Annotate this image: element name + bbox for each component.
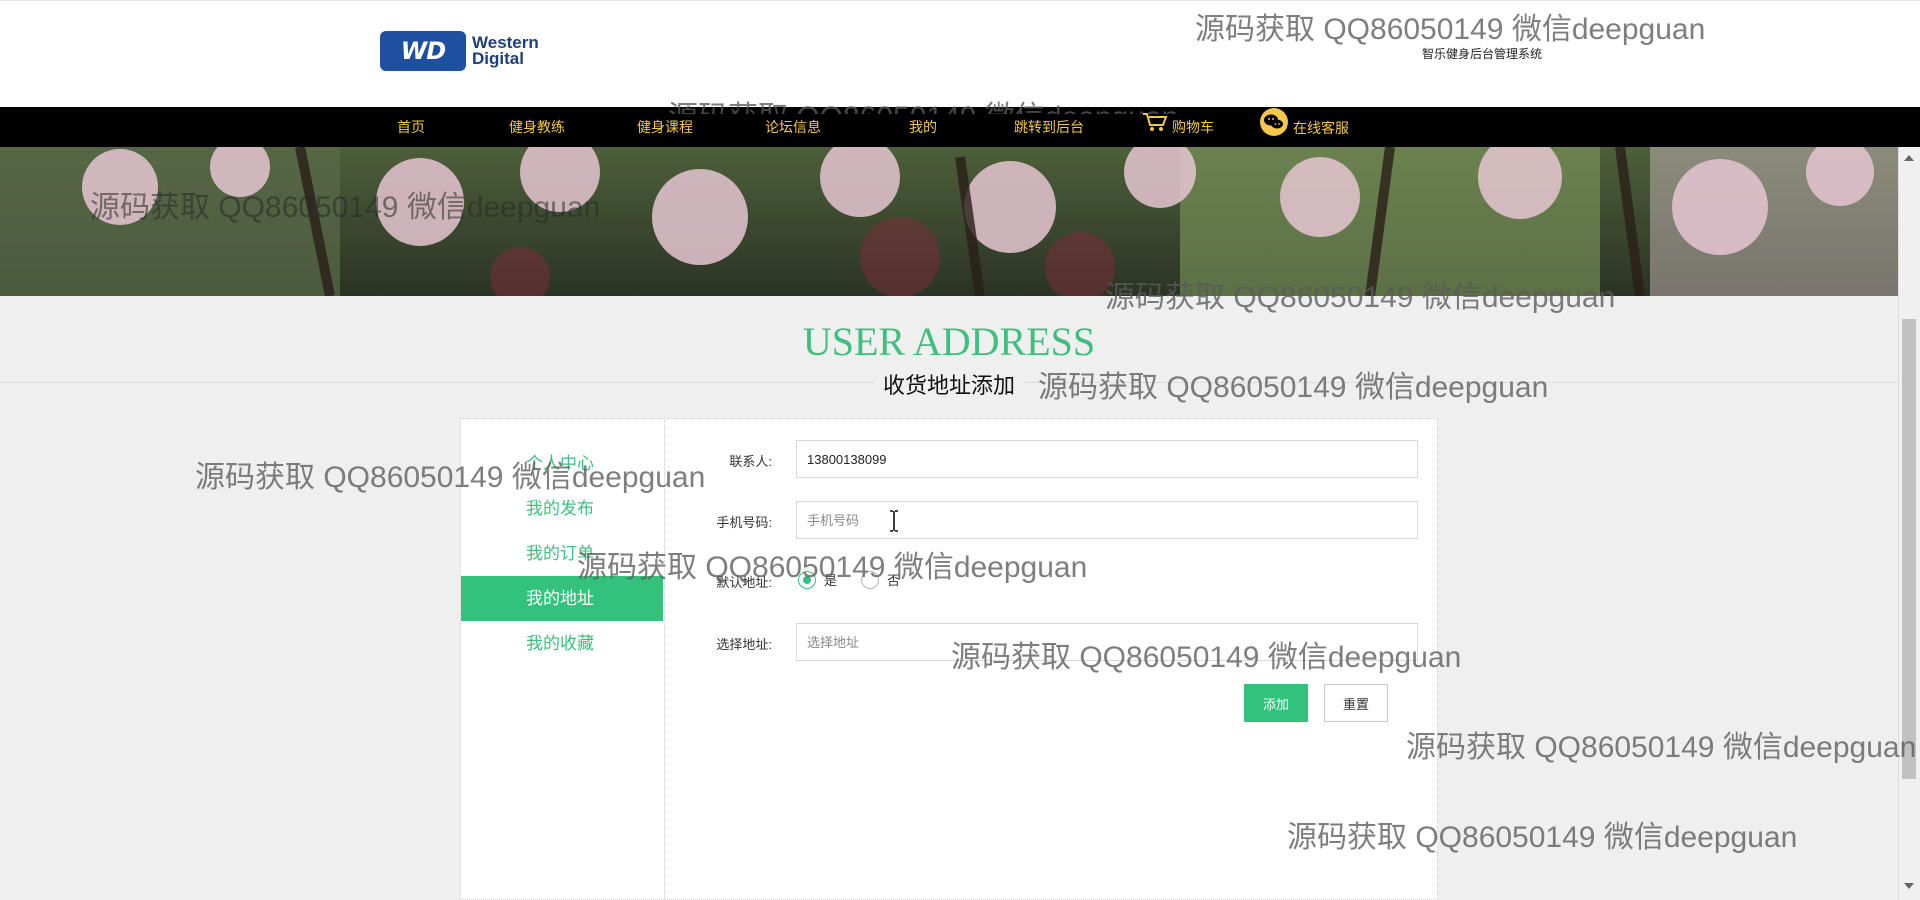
- subtitle-text: 收货地址添加: [874, 373, 1023, 398]
- page-subtitle: 收货地址添加: [0, 368, 1898, 400]
- nav-item-mine[interactable]: 我的: [909, 107, 937, 147]
- radio-no[interactable]: [861, 570, 880, 589]
- nav-service-label: 在线客服: [1293, 120, 1349, 137]
- default-address-radio-group: 是 否: [798, 570, 900, 589]
- page-scrollbar[interactable]: [1898, 147, 1920, 900]
- logo-text: Western Digital: [472, 34, 539, 68]
- nav-item-coaches[interactable]: 健身教练: [509, 107, 565, 147]
- sidebar-item-posts[interactable]: 我的发布: [461, 486, 663, 531]
- text-cursor-icon: [889, 510, 899, 537]
- contact-input[interactable]: [796, 440, 1418, 478]
- watermark: 源码获取 QQ86050149 微信deepguan: [1406, 731, 1917, 764]
- add-button[interactable]: 添加: [1244, 684, 1308, 722]
- nav-item-cart[interactable]: 购物车: [1142, 107, 1214, 147]
- sidebar-item-orders[interactable]: 我的订单: [461, 531, 663, 576]
- scrollbar-thumb[interactable]: [1902, 319, 1916, 779]
- address-label: 选择地址:: [716, 637, 772, 652]
- cart-icon: [1142, 108, 1168, 148]
- sidebar-item-favorites[interactable]: 我的收藏: [461, 621, 663, 666]
- user-sidebar: 个人中心 我的发布 我的订单 我的地址 我的收藏: [461, 419, 665, 899]
- nav-item-courses[interactable]: 健身课程: [637, 107, 693, 147]
- nav-item-admin[interactable]: 跳转到后台: [1014, 107, 1084, 147]
- content-panel: 个人中心 我的发布 我的订单 我的地址 我的收藏 联系人: 手机号码: 默认地址…: [460, 418, 1438, 900]
- nav-cart-label: 购物车: [1172, 119, 1214, 135]
- radio-yes-label: 是: [824, 573, 838, 588]
- reset-button[interactable]: 重置: [1324, 684, 1388, 722]
- scroll-down-icon[interactable]: [1904, 883, 1914, 889]
- radio-yes[interactable]: [798, 570, 816, 589]
- system-name: 智乐健身后台管理系统: [1422, 47, 1543, 61]
- radio-no-label: 否: [887, 573, 901, 588]
- contact-label: 联系人:: [729, 454, 772, 469]
- page-title-block: USER ADDRESS 收货地址添加: [0, 296, 1898, 398]
- nav-item-service[interactable]: 在线客服: [1259, 107, 1349, 147]
- page-title: USER ADDRESS: [802, 319, 1096, 364]
- logo-line-2: Digital: [472, 49, 524, 68]
- logo-mark: WD: [380, 31, 466, 71]
- address-input[interactable]: [796, 623, 1418, 661]
- scroll-up-icon[interactable]: [1904, 155, 1914, 161]
- site-header: WD Western Digital 智乐健身后台管理系统: [0, 0, 1920, 108]
- nav-item-home[interactable]: 首页: [397, 107, 425, 147]
- main-nav: 首页 健身教练 健身课程 论坛信息 我的 跳转到后台 购物车 在线客服: [0, 107, 1920, 147]
- default-address-label: 默认地址:: [716, 575, 772, 590]
- site-logo[interactable]: WD Western Digital: [380, 31, 539, 71]
- wechat-icon: [1259, 107, 1289, 152]
- banner-image: [0, 147, 1898, 296]
- phone-label: 手机号码:: [716, 515, 772, 530]
- nav-item-forum[interactable]: 论坛信息: [765, 107, 821, 147]
- sidebar-item-profile[interactable]: 个人中心: [461, 441, 663, 486]
- sidebar-item-address[interactable]: 我的地址: [461, 576, 663, 621]
